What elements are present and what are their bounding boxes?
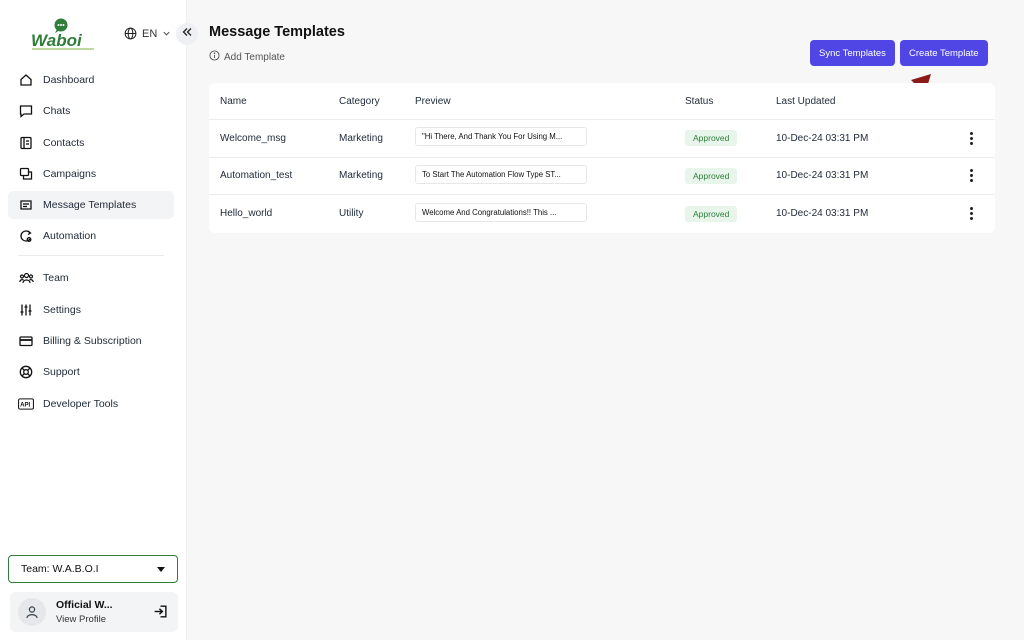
api-icon: API: [18, 396, 34, 412]
table-row[interactable]: Hello_world Utility Welcome And Congratu…: [209, 195, 995, 233]
add-template-link[interactable]: Add Template: [209, 50, 285, 64]
svg-text:API: API: [20, 401, 30, 408]
sidebar-item-message-templates[interactable]: Message Templates: [8, 191, 174, 220]
profile-card[interactable]: Official W... View Profile: [10, 592, 178, 632]
status-badge: Approved: [685, 130, 738, 147]
status-badge: Approved: [685, 205, 738, 222]
sidebar-item-label: Dashboard: [43, 74, 95, 86]
status-badge: Approved: [685, 167, 738, 184]
team-select-label: Team: W.A.B.O.I: [21, 563, 99, 575]
svg-text:Waboi: Waboi: [31, 31, 83, 50]
sidebar-item-label: Billing & Subscription: [43, 335, 142, 348]
last-updated: 10-Dec-24 03:31 PM: [776, 208, 869, 220]
templates-table: Name Category Preview Status Last Update…: [209, 83, 995, 233]
sidebar-item-label: Team: [43, 272, 69, 285]
sliders-icon: [18, 302, 34, 318]
sidebar-item-billing[interactable]: Billing & Subscription: [8, 327, 174, 355]
add-template-label: Add Template: [224, 51, 285, 63]
last-updated: 10-Dec-24 03:31 PM: [776, 170, 869, 182]
sidebar-nav: Dashboard Chats Contacts Campaigns Messa…: [8, 66, 174, 421]
caret-down-icon: [157, 566, 165, 572]
avatar: [18, 598, 46, 626]
sidebar-item-developer-tools[interactable]: API Developer Tools: [8, 390, 174, 418]
team-icon: [18, 270, 34, 286]
create-template-button[interactable]: Create Template: [900, 40, 988, 66]
more-options-icon[interactable]: [970, 207, 973, 221]
sidebar-item-team[interactable]: Team: [8, 264, 174, 292]
sidebar-item-support[interactable]: Support: [8, 358, 174, 386]
automation-icon: [18, 228, 34, 244]
chevron-down-icon: [162, 29, 171, 38]
main-content: Message Templates Add Template Sync Temp…: [187, 0, 1024, 640]
table-row[interactable]: Welcome_msg Marketing "Hi There, And Tha…: [209, 120, 995, 158]
campaigns-icon: [18, 166, 34, 182]
page-title: Message Templates: [209, 24, 345, 40]
sidebar-item-label: Developer Tools: [43, 397, 119, 410]
template-name: Automation_test: [220, 170, 293, 182]
sidebar-item-automation[interactable]: Automation: [8, 222, 174, 250]
sidebar-item-label: Support: [43, 366, 80, 379]
more-options-icon[interactable]: [970, 131, 973, 145]
template-name: Welcome_msg: [220, 132, 286, 144]
waboi-logo[interactable]: Waboi: [30, 18, 100, 54]
home-icon: [18, 72, 34, 88]
logout-icon[interactable]: [153, 604, 168, 624]
view-profile-link[interactable]: View Profile: [56, 614, 113, 625]
sidebar-item-label: Campaigns: [43, 167, 97, 180]
contacts-icon: [18, 135, 34, 151]
template-category: Marketing: [339, 132, 383, 144]
info-icon: [209, 50, 220, 64]
template-category: Marketing: [339, 170, 383, 182]
sidebar-item-chats[interactable]: Chats: [8, 97, 174, 125]
double-chevron-left-icon: [181, 25, 193, 43]
team-select[interactable]: Team: W.A.B.O.I: [8, 555, 178, 583]
template-category: Utility: [339, 208, 364, 220]
sidebar: Waboi EN Dashboard Chats Contacts Campai…: [0, 0, 187, 640]
template-name: Hello_world: [220, 208, 273, 220]
column-header-preview[interactable]: Preview: [415, 96, 685, 107]
table-row[interactable]: Automation_test Marketing To Start The A…: [209, 158, 995, 195]
last-updated: 10-Dec-24 03:31 PM: [776, 132, 869, 144]
sidebar-item-settings[interactable]: Settings: [8, 296, 174, 324]
language-selector[interactable]: EN: [124, 27, 171, 40]
template-preview[interactable]: Welcome And Congratulations!! This ...: [415, 202, 587, 222]
sidebar-item-dashboard[interactable]: Dashboard: [8, 66, 174, 94]
sidebar-item-label: Message Templates: [43, 199, 137, 212]
table-header: Name Category Preview Status Last Update…: [209, 83, 995, 120]
template-icon: [18, 197, 34, 213]
sidebar-item-campaigns[interactable]: Campaigns: [8, 160, 174, 188]
sync-templates-button[interactable]: Sync Templates: [810, 40, 895, 66]
sidebar-item-label: Settings: [43, 303, 81, 316]
language-label: EN: [142, 27, 158, 40]
collapse-sidebar-button[interactable]: [176, 23, 198, 45]
sidebar-item-label: Chats: [43, 105, 71, 118]
sidebar-item-contacts[interactable]: Contacts: [8, 129, 174, 157]
sidebar-item-label: Automation: [43, 230, 97, 243]
column-header-status[interactable]: Status: [685, 96, 776, 107]
globe-icon: [124, 27, 137, 40]
column-header-last-updated[interactable]: Last Updated: [776, 96, 956, 107]
template-preview[interactable]: "Hi There, And Thank You For Using M...: [415, 127, 587, 147]
more-options-icon[interactable]: [970, 169, 973, 183]
column-header-name[interactable]: Name: [209, 96, 339, 107]
card-icon: [18, 333, 34, 349]
profile-name: Official W...: [56, 599, 113, 611]
lifebuoy-icon: [18, 364, 34, 380]
column-header-category[interactable]: Category: [339, 96, 415, 107]
template-preview[interactable]: To Start The Automation Flow Type ST...: [415, 164, 587, 184]
sidebar-item-label: Contacts: [43, 136, 85, 149]
chat-icon: [18, 103, 34, 119]
sidebar-divider: [18, 255, 164, 257]
